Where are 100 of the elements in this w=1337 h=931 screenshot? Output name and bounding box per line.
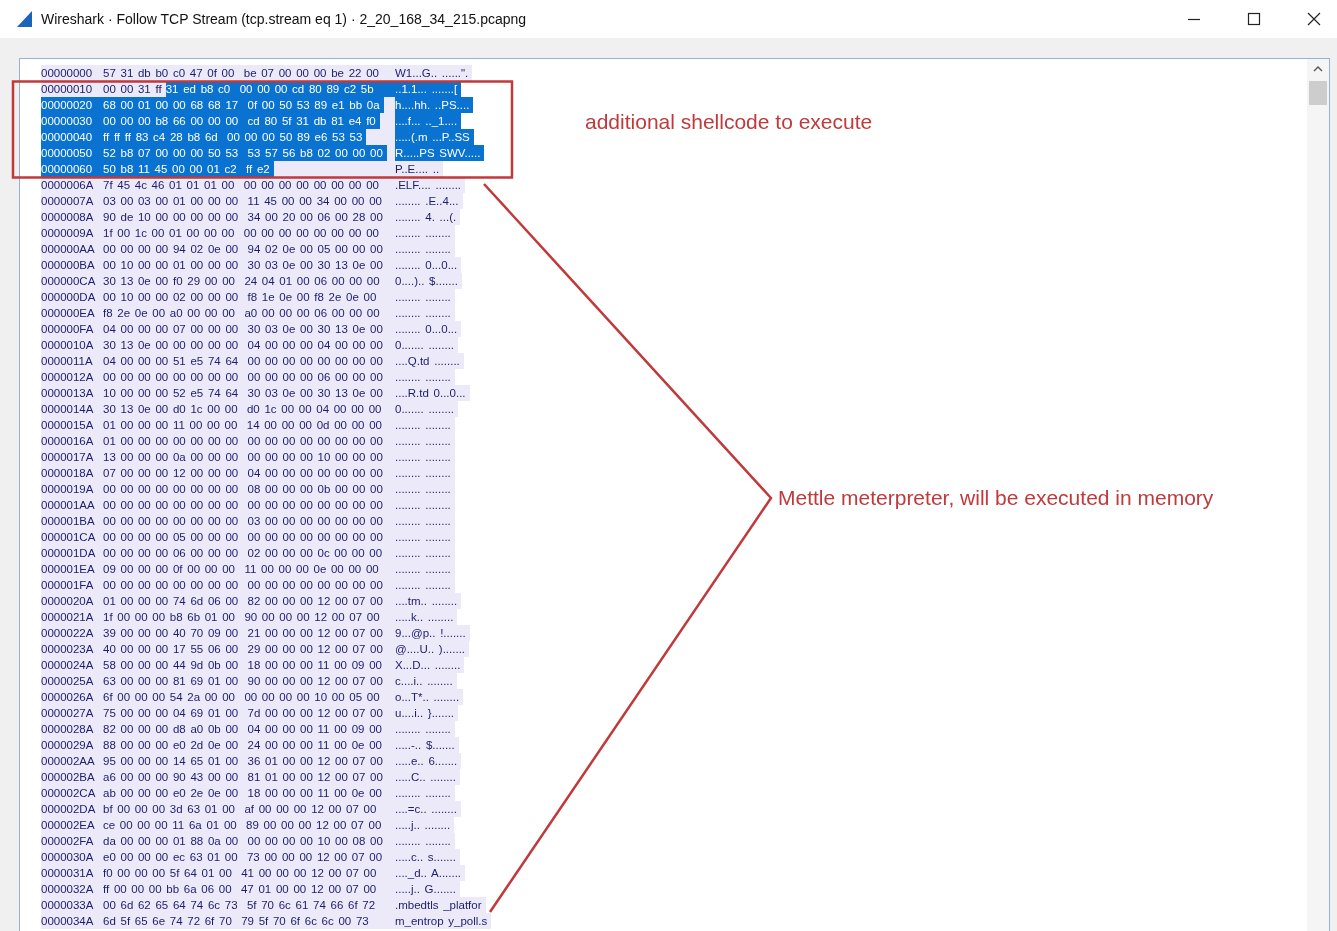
hex-bytes: 6f 00 00 00 54 2a 00 00 00 00 00 00 10 00 05 00 <box>103 690 381 705</box>
scrollbar[interactable] <box>1307 59 1329 931</box>
hex-bytes: 04 00 00 00 51 e5 74 64 00 00 00 00 00 00 00 00 <box>103 354 384 369</box>
offset-text: 0000016A <box>41 434 95 449</box>
scroll-up-icon[interactable] <box>1313 65 1323 73</box>
hex-bytes: 00 00 00 00 00 00 00 00 03 00 00 00 00 00 00 00 <box>103 514 384 529</box>
offset-text: 0000027A <box>41 706 95 721</box>
scrollbar-thumb[interactable] <box>1309 81 1327 105</box>
stream-text-pane[interactable] <box>19 58 1330 931</box>
offset-text: 0000024A <box>41 658 95 673</box>
close-icon[interactable] <box>1307 12 1321 26</box>
ascii-text: ........ ........ <box>395 226 452 241</box>
offset-text: 0000010A <box>41 338 95 353</box>
window-title: Wireshark · Follow TCP Stream (tcp.stream eq 1) · 2_20_168_34_215.pcapng <box>41 11 527 27</box>
ascii-text: ........ ........ <box>395 290 452 305</box>
offset-text: 0000032A <box>41 882 95 897</box>
ascii-text: ........ ........ <box>395 434 452 449</box>
hex-bytes: 57 31 db b0 c0 47 0f 00 be 07 00 00 00 be 22 00 <box>103 66 380 81</box>
hex-bytes: 00 10 00 00 02 00 00 00 f8 1e 0e 00 f8 2e 0e 00 <box>103 290 378 305</box>
hex-bytes: 00 00 00 00 00 00 00 00 08 00 00 00 0b 00 00 00 <box>103 482 384 497</box>
hex-bytes: 75 00 00 00 04 69 01 00 7d 00 00 00 12 00 07 00 <box>103 706 384 721</box>
ascii-text: .ELF.... ........ <box>395 178 463 193</box>
ascii-text: ........ ........ <box>395 562 452 577</box>
offset-text: 000002AA <box>41 754 96 769</box>
hex-bytes: 00 00 31 ff <box>103 82 163 97</box>
offset-text: 0000012A <box>41 370 95 385</box>
offset-text: 0000031A <box>41 866 95 881</box>
offset-text: 0000030A <box>41 850 95 865</box>
offset-text: 000001EA <box>41 562 96 577</box>
offset-text: 00000000 <box>41 66 94 81</box>
ascii-text: ........ ........ <box>395 306 452 321</box>
hex-bytes: 01 00 00 00 11 00 00 00 14 00 00 00 0d 00 00 00 <box>103 418 383 433</box>
ascii-text: 0....... ........ <box>395 402 456 417</box>
ascii-text: X...D... ........ <box>395 658 462 673</box>
ascii-text: c....i.. ........ <box>395 674 454 689</box>
ascii-text: ........ ........ <box>395 242 452 257</box>
ascii-text: .....(.m ...P..SS <box>395 129 474 145</box>
hex-bytes: 00 00 00 00 00 00 00 00 00 00 00 00 00 00 00 00 <box>103 578 384 593</box>
hex-bytes: 40 00 00 00 17 55 06 00 29 00 00 00 12 00 07 00 <box>103 642 384 657</box>
ascii-text: .....j.. ........ <box>395 818 452 833</box>
ascii-text: ...._d.. A....... <box>395 866 463 881</box>
ascii-text: ........ ........ <box>395 834 452 849</box>
hex-bytes: ff ff ff 83 c4 28 b8 6d 00 00 00 50 89 e6 53 53 <box>103 129 367 145</box>
offset-text: 0000015A <box>41 418 95 433</box>
hex-bytes: 30 13 0e 00 d0 1c 00 00 d0 1c 00 00 04 00 00 00 <box>103 402 383 417</box>
hex-bytes: f8 2e 0e 00 a0 00 00 00 a0 00 00 00 06 00 00 00 <box>103 306 381 321</box>
offset-text: 0000017A <box>41 450 95 465</box>
hex-bytes: da 00 00 00 01 88 0a 00 00 00 00 00 10 00 08 00 <box>103 834 384 849</box>
ascii-text: ........ 0...0... <box>395 258 459 273</box>
ascii-text: ....=c.. ........ <box>395 802 458 817</box>
ascii-text: ........ ........ <box>395 418 452 433</box>
offset-text: 000001BA <box>41 514 96 529</box>
ascii-text: R.....PS SWV..... <box>395 145 485 161</box>
hex-bytes: 00 00 00 b8 66 00 00 00 cd 80 5f 31 db 81 e4 f0 <box>103 113 380 129</box>
ascii-text: ........ ........ <box>395 514 452 529</box>
ascii-text: ....Q.td ........ <box>395 354 461 369</box>
hex-bytes: 30 13 0e 00 f0 29 00 00 24 04 01 00 06 00 00 00 <box>103 274 381 289</box>
hex-bytes: 00 00 00 00 00 00 00 00 00 00 00 00 00 00 00 00 <box>103 498 384 513</box>
ascii-text: 0....).. $....... <box>395 274 459 289</box>
offset-text: 000002CA <box>41 786 97 801</box>
offset-text: 0000006A <box>41 178 95 193</box>
ascii-text: ........ ........ <box>395 466 452 481</box>
offset-text: 00000060 <box>41 161 103 177</box>
hex-bytes: 90 de 10 00 00 00 00 00 34 00 20 00 06 00 28 00 <box>103 210 384 225</box>
offset-text: 0000013A <box>41 386 95 401</box>
offset-text: 0000019A <box>41 482 95 497</box>
hex-bytes: 00 00 00 00 94 02 0e 00 94 02 0e 00 05 00 00 00 <box>103 242 384 257</box>
ascii-text: ........ ........ <box>395 370 452 385</box>
ascii-text: ........ 0...0... <box>395 322 459 337</box>
offset-text: 0000007A <box>41 194 95 209</box>
ascii-text: W1...G.. ......". <box>395 66 470 81</box>
offset-text: 0000014A <box>41 402 95 417</box>
offset-text: 0000011A <box>41 354 94 369</box>
offset-text: 000000FA <box>41 322 95 337</box>
hex-bytes: a6 00 00 00 90 43 00 00 81 01 00 00 12 00 07 00 <box>103 770 384 785</box>
offset-text: 000000BA <box>41 258 96 273</box>
offset-text: 0000029A <box>41 738 95 753</box>
hex-bytes: 00 10 00 00 01 00 00 00 30 03 0e 00 30 13 0e 00 <box>103 258 384 273</box>
offset-text: 0000021A <box>41 610 95 625</box>
hex-bytes: 6d 5f 65 6e 74 72 6f 70 79 5f 70 6f 6c 6c 00 73 <box>103 914 370 929</box>
ascii-text: ........ .E..4... <box>395 194 460 209</box>
maximize-icon[interactable] <box>1247 12 1261 26</box>
offset-text: 0000034A <box>41 914 95 929</box>
hex-bytes: 13 00 00 00 0a 00 00 00 00 00 00 00 10 00 00 00 <box>103 450 384 465</box>
hex-bytes: 52 b8 07 00 00 00 50 53 53 57 56 b8 02 00 00 00 <box>103 145 387 161</box>
offset-text: 0000020A <box>41 594 95 609</box>
hex-bytes: f0 00 00 00 5f 64 01 00 41 00 00 00 12 00 07 00 <box>103 866 378 881</box>
ascii-text: ........ ........ <box>395 722 452 737</box>
offset-text: 000002EA <box>41 818 96 833</box>
offset-text: 000001AA <box>41 498 96 513</box>
offset-text: 0000025A <box>41 674 95 689</box>
offset-text: 0000028A <box>41 722 95 737</box>
hex-bytes: ce 00 00 00 11 6a 01 00 89 00 00 00 12 00 07 00 <box>103 818 383 833</box>
ascii-text: ....f... .._1.... <box>395 113 462 129</box>
annotation-label: additional shellcode to execute <box>585 110 873 134</box>
ascii-text: ........ ........ <box>395 546 452 561</box>
fin-icon <box>16 10 34 28</box>
hex-bytes: 82 00 00 00 d8 a0 0b 00 04 00 00 00 11 00 09 00 <box>103 722 383 737</box>
hex-bytes: 39 00 00 00 40 70 09 00 21 00 00 00 12 00 07 00 <box>103 626 384 641</box>
offset-text: 00000040 <box>41 129 103 145</box>
